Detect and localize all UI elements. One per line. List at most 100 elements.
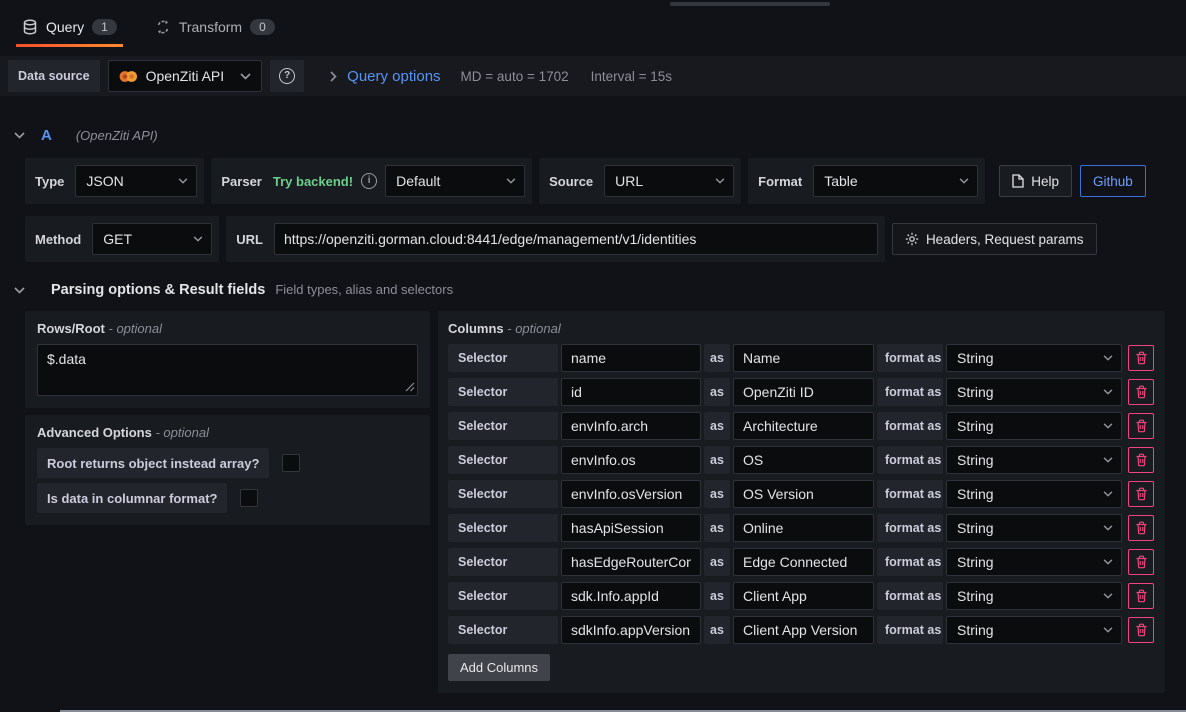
format-as-label: format as	[877, 480, 943, 508]
chevron-down-icon	[1103, 423, 1113, 429]
source-select[interactable]: URL	[604, 165, 734, 197]
pane-drag-handle[interactable]	[670, 2, 830, 6]
delete-column-button[interactable]	[1128, 345, 1154, 371]
as-label: as	[704, 480, 730, 508]
chevron-down-icon	[1103, 457, 1113, 463]
selector-input[interactable]	[561, 480, 701, 508]
github-button[interactable]: Github	[1080, 165, 1146, 197]
resize-handle-icon[interactable]	[405, 382, 415, 392]
format-as-label: format as	[877, 514, 943, 542]
selector-input[interactable]	[561, 582, 701, 610]
tab-query-count-badge: 1	[92, 19, 117, 35]
url-field-group: URL	[226, 216, 885, 262]
interval-stat: Interval = 15s	[591, 69, 672, 84]
column-format-value: String	[957, 486, 994, 502]
selector-label: Selector	[448, 412, 558, 440]
as-label: as	[704, 616, 730, 644]
selector-input[interactable]	[561, 378, 701, 406]
query-row-header[interactable]: A (OpenZiti API)	[0, 120, 1186, 150]
alias-input[interactable]	[733, 378, 874, 406]
column-format-select[interactable]: String	[946, 514, 1122, 542]
trash-icon	[1135, 351, 1148, 365]
selector-label: Selector	[448, 446, 558, 474]
format-as-label: format as	[877, 582, 943, 610]
selector-label: Selector	[448, 582, 558, 610]
root-returns-object-checkbox[interactable]	[282, 454, 300, 472]
alias-input[interactable]	[733, 582, 874, 610]
selector-label: Selector	[448, 378, 558, 406]
rows-root-card: Rows/Root - optional $.data	[25, 311, 430, 408]
delete-column-button[interactable]	[1128, 447, 1154, 473]
format-select-value: Table	[824, 173, 857, 189]
as-label: as	[704, 514, 730, 542]
options-row: Type JSON Parser Try backend! Default So…	[25, 158, 1166, 204]
format-select[interactable]: Table	[813, 165, 978, 197]
query-options-link[interactable]: Query options	[347, 68, 440, 85]
tab-transform[interactable]: Transform 0	[149, 7, 281, 47]
column-format-select[interactable]: String	[946, 548, 1122, 576]
trash-icon	[1135, 487, 1148, 501]
column-format-select[interactable]: String	[946, 446, 1122, 474]
type-label: Type	[32, 174, 67, 189]
headers-request-params-button[interactable]: Headers, Request params	[892, 223, 1097, 255]
add-columns-button[interactable]: Add Columns	[448, 654, 550, 681]
alias-input[interactable]	[733, 344, 874, 372]
chevron-down-icon	[193, 236, 203, 242]
type-select[interactable]: JSON	[75, 165, 197, 197]
selector-input[interactable]	[561, 548, 701, 576]
selector-input[interactable]	[561, 514, 701, 542]
datasource-row: Data source OpenZiti API Query options M…	[0, 56, 1186, 96]
url-input[interactable]	[274, 223, 878, 255]
delete-column-button[interactable]	[1128, 617, 1154, 643]
column-format-select[interactable]: String	[946, 412, 1122, 440]
format-as-label: format as	[877, 548, 943, 576]
column-format-select[interactable]: String	[946, 480, 1122, 508]
columnar-format-label: Is data in columnar format?	[37, 483, 227, 513]
parser-label: Parser	[218, 174, 264, 189]
chevron-down-icon	[1103, 627, 1113, 633]
alias-input[interactable]	[733, 480, 874, 508]
datasource-help-button[interactable]	[270, 60, 304, 92]
alias-input[interactable]	[733, 548, 874, 576]
query-options-toggle[interactable]: Query options	[330, 68, 440, 85]
left-column: Rows/Root - optional $.data Advanced Opt…	[25, 311, 430, 525]
alias-input[interactable]	[733, 616, 874, 644]
tab-query[interactable]: Query 1	[16, 7, 123, 47]
chevron-down-icon	[1103, 559, 1113, 565]
help-button[interactable]: Help	[999, 165, 1072, 197]
column-format-select[interactable]: String	[946, 344, 1122, 372]
rows-root-textarea[interactable]: $.data	[37, 344, 418, 396]
delete-column-button[interactable]	[1128, 583, 1154, 609]
parser-select[interactable]: Default	[385, 165, 525, 197]
selector-input[interactable]	[561, 446, 701, 474]
datasource-picker[interactable]: OpenZiti API	[108, 60, 263, 92]
column-format-value: String	[957, 384, 994, 400]
column-format-value: String	[957, 622, 994, 638]
selector-input[interactable]	[561, 344, 701, 372]
alias-input[interactable]	[733, 446, 874, 474]
column-format-value: String	[957, 452, 994, 468]
alias-input[interactable]	[733, 412, 874, 440]
chevron-down-icon	[178, 178, 188, 184]
advanced-options-label: Advanced Options - optional	[37, 425, 418, 440]
delete-column-button[interactable]	[1128, 549, 1154, 575]
method-select[interactable]: GET	[92, 223, 212, 255]
delete-column-button[interactable]	[1128, 379, 1154, 405]
selector-input[interactable]	[561, 616, 701, 644]
advanced-option-row: Is data in columnar format?	[37, 483, 418, 513]
delete-column-button[interactable]	[1128, 481, 1154, 507]
delete-column-button[interactable]	[1128, 413, 1154, 439]
question-circle-icon	[279, 68, 295, 84]
selector-label: Selector	[448, 616, 558, 644]
as-label: as	[704, 378, 730, 406]
parsing-section-header[interactable]: Parsing options & Result fields Field ty…	[14, 282, 1186, 298]
columnar-format-checkbox[interactable]	[240, 489, 258, 507]
column-row: Selector as format as String	[448, 446, 1157, 474]
delete-column-button[interactable]	[1128, 515, 1154, 541]
column-format-select[interactable]: String	[946, 378, 1122, 406]
column-format-select[interactable]: String	[946, 616, 1122, 644]
format-as-label: format as	[877, 344, 943, 372]
selector-input[interactable]	[561, 412, 701, 440]
column-format-select[interactable]: String	[946, 582, 1122, 610]
alias-input[interactable]	[733, 514, 874, 542]
